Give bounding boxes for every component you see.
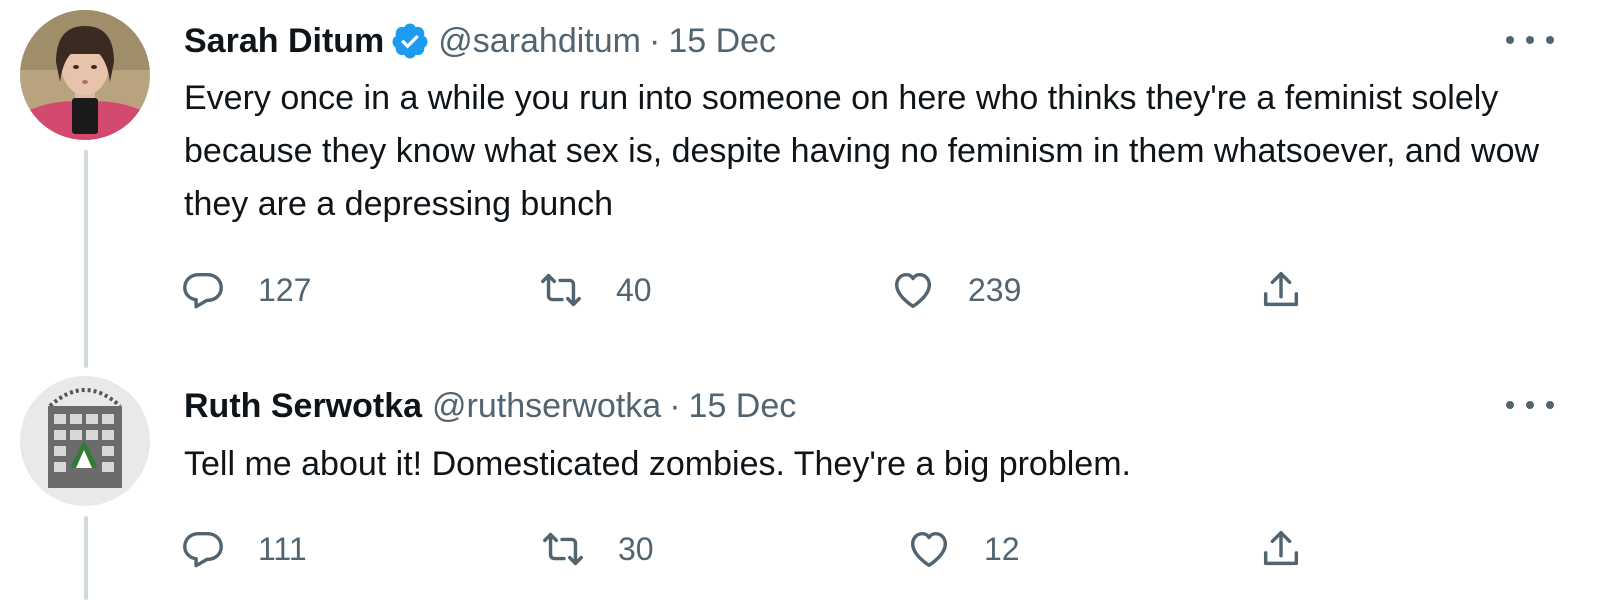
- separator: ·: [648, 22, 661, 60]
- tweet-date[interactable]: 15 Dec: [668, 21, 776, 61]
- tweet-text: Tell me about it! Domesticated zombies. …: [184, 445, 1131, 483]
- retweet-icon: [538, 267, 584, 313]
- share-icon: [1258, 267, 1304, 313]
- separator: ·: [669, 387, 681, 425]
- more-icon[interactable]: [1506, 395, 1554, 415]
- tweet-header: Sarah Ditum @sarahditum · 15 Dec: [184, 21, 776, 61]
- like-icon: [906, 526, 952, 572]
- more-icon[interactable]: [1506, 30, 1554, 50]
- author-handle[interactable]: @ruthserwotka: [432, 386, 661, 426]
- retweet-button[interactable]: 30: [540, 526, 654, 572]
- thread-line: [84, 516, 88, 600]
- retweet-count: 30: [618, 530, 654, 567]
- author-handle[interactable]: @sarahditum: [438, 21, 641, 61]
- reply-count: 111: [258, 530, 307, 567]
- thread-line: [84, 150, 88, 368]
- retweet-button[interactable]: 40: [538, 267, 652, 313]
- reply-button[interactable]: 127: [180, 267, 311, 313]
- author-name[interactable]: Ruth Serwotka: [184, 386, 422, 426]
- tweet-date[interactable]: 15 Dec: [689, 386, 797, 426]
- avatar[interactable]: [20, 10, 150, 140]
- retweet-count: 40: [616, 271, 652, 308]
- retweet-icon: [540, 526, 586, 572]
- share-button[interactable]: [1258, 267, 1304, 313]
- reply-count: 127: [258, 271, 312, 308]
- like-icon: [890, 267, 936, 313]
- like-count: 12: [984, 530, 1020, 567]
- tweet-text: Every once in a while you run into someo…: [184, 79, 1540, 223]
- like-button[interactable]: 239: [890, 267, 1021, 313]
- like-button[interactable]: 12: [906, 526, 1020, 572]
- reply-button[interactable]: 111: [180, 526, 307, 572]
- share-button[interactable]: [1258, 526, 1304, 572]
- verified-badge-icon: [390, 21, 430, 61]
- share-icon: [1258, 526, 1304, 572]
- like-count: 239: [968, 271, 1022, 308]
- reply-icon: [180, 526, 226, 572]
- tweet-header: Ruth Serwotka @ruthserwotka · 15 Dec: [184, 386, 796, 426]
- avatar[interactable]: [20, 376, 150, 506]
- reply-icon: [180, 267, 226, 313]
- author-name[interactable]: Sarah Ditum: [184, 21, 384, 61]
